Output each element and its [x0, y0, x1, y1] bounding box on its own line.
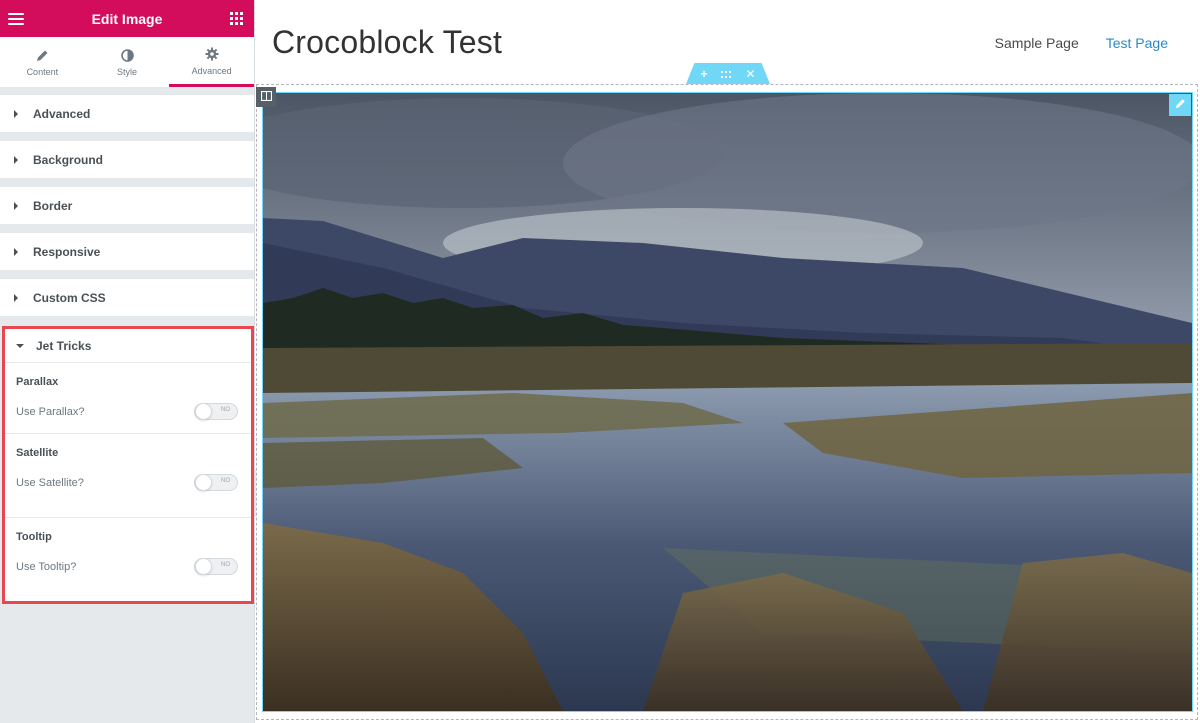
- nav-sample-page[interactable]: Sample Page: [995, 35, 1079, 51]
- caret-right-icon: [14, 293, 18, 302]
- caret-right-icon: [14, 155, 18, 164]
- panel-title: Edit Image: [91, 10, 163, 27]
- tab-style-label: Style: [117, 67, 138, 77]
- satellite-row: Use Satellite? NO: [16, 474, 238, 491]
- page-preview: Crocoblock Test Sample Page Test Page + …: [256, 0, 1200, 723]
- section-border[interactable]: Border: [0, 187, 254, 224]
- site-title[interactable]: Crocoblock Test: [272, 24, 502, 61]
- section-advanced-label: Advanced: [33, 106, 91, 121]
- tab-advanced-label: Advanced: [191, 65, 232, 76]
- pencil-icon: [36, 47, 49, 63]
- section-background-label: Background: [33, 152, 104, 167]
- contrast-icon: [120, 47, 134, 63]
- add-section-icon[interactable]: +: [700, 67, 707, 81]
- section-toolbar: + ✕: [686, 63, 770, 84]
- edit-widget-button[interactable]: [1169, 94, 1191, 116]
- pencil-icon: [1175, 96, 1186, 114]
- use-tooltip-toggle[interactable]: NO: [194, 558, 238, 575]
- tab-content[interactable]: Content: [0, 37, 85, 87]
- caret-right-icon: [14, 247, 18, 256]
- use-parallax-toggle[interactable]: NO: [194, 403, 238, 420]
- close-icon[interactable]: ✕: [745, 67, 755, 81]
- parallax-title: Parallax: [16, 376, 59, 388]
- column-handle[interactable]: [256, 87, 276, 107]
- satellite-group: Satellite Use Satellite? NO: [5, 434, 251, 518]
- panel-header: Edit Image: [0, 0, 254, 37]
- caret-down-icon: [16, 343, 24, 348]
- jet-tricks-title: Jet Tricks: [36, 338, 92, 353]
- tab-style[interactable]: Style: [84, 37, 170, 87]
- gear-icon: [205, 46, 219, 62]
- section-responsive-label: Responsive: [33, 244, 101, 259]
- drag-handle-icon[interactable]: [721, 67, 732, 81]
- section-advanced[interactable]: Advanced: [0, 95, 254, 132]
- jet-tricks-header[interactable]: Jet Tricks: [5, 329, 251, 363]
- hamburger-menu-icon[interactable]: [8, 12, 24, 25]
- use-satellite-label: Use Satellite?: [16, 476, 84, 489]
- section-responsive[interactable]: Responsive: [0, 233, 254, 270]
- site-nav: Sample Page Test Page: [995, 35, 1168, 51]
- toggle-off-text: NO: [221, 562, 230, 568]
- tab-advanced[interactable]: Advanced: [169, 37, 255, 87]
- section-background[interactable]: Background: [0, 141, 254, 178]
- caret-right-icon: [14, 109, 18, 118]
- caret-right-icon: [14, 201, 18, 210]
- use-tooltip-label: Use Tooltip?: [16, 560, 77, 573]
- satellite-title: Satellite: [16, 447, 59, 459]
- toggle-off-text: NO: [221, 478, 230, 484]
- toggle-off-text: NO: [221, 407, 230, 413]
- use-parallax-label: Use Parallax?: [16, 405, 85, 418]
- editor-panel: Edit Image Content Style Advanced Advanc…: [0, 0, 255, 723]
- section-custom-css-label: Custom CSS: [33, 290, 106, 305]
- parallax-group: Parallax Use Parallax? NO: [5, 363, 251, 434]
- tooltip-row: Use Tooltip? NO: [16, 558, 238, 575]
- nav-test-page[interactable]: Test Page: [1106, 35, 1168, 51]
- section-custom-css[interactable]: Custom CSS: [0, 279, 254, 316]
- widget-outline: [262, 92, 1193, 712]
- parallax-row: Use Parallax? NO: [16, 403, 238, 420]
- jet-tricks-section: Jet Tricks Parallax Use Parallax? NO Sat…: [2, 326, 254, 604]
- widgets-grid-icon[interactable]: [229, 11, 244, 26]
- tooltip-title: Tooltip: [16, 531, 52, 543]
- tab-content-label: Content: [26, 67, 59, 77]
- column-icon: [260, 88, 272, 106]
- tooltip-group: Tooltip Use Tooltip? NO: [5, 518, 251, 575]
- section-border-label: Border: [33, 198, 73, 213]
- use-satellite-toggle[interactable]: NO: [194, 474, 238, 491]
- panel-tabs: Content Style Advanced: [0, 37, 255, 88]
